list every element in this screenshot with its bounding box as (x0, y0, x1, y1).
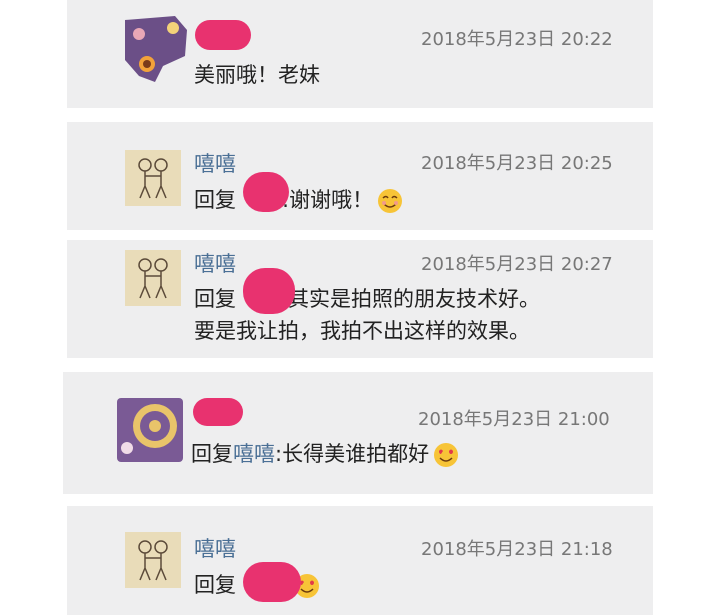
comment-card: 嘻嘻 2018年5月23日 20:25 回复 :谢谢哦！ (67, 122, 653, 230)
comment-text: 回复嘻嘻:长得美谁拍都好 (191, 438, 459, 470)
comment-time: 2018年5月23日 21:18 (421, 539, 613, 560)
avatar[interactable] (125, 250, 181, 306)
reply-target-name[interactable]: 嘻嘻 (233, 442, 275, 466)
smile-blush-icon (378, 189, 403, 213)
comment-time: 2018年5月23日 21:00 (418, 409, 610, 430)
reply-body: :长得美谁拍都好 (275, 442, 430, 466)
reply-body-line1: 其实是拍照的朋友技术好。 (288, 287, 540, 311)
comment-card: 2018年5月23日 20:22 美丽哦！老妹 (67, 0, 653, 108)
commenter-name[interactable]: 嘻嘻 (194, 533, 236, 563)
commenter-name[interactable]: 嘻嘻 (194, 148, 236, 178)
heart-eyes-icon (434, 443, 459, 467)
avatar[interactable] (125, 16, 187, 82)
reply-body-line2: 要是我让拍，我拍不出这样的效果。 (194, 319, 530, 343)
comment-text: 回复 :谢谢哦！ (194, 184, 403, 216)
comment-time: 2018年5月23日 20:27 (421, 254, 613, 275)
redacted-username (243, 268, 295, 314)
comment-time: 2018年5月23日 20:25 (421, 153, 613, 174)
commenter-name[interactable]: 嘻嘻 (194, 248, 236, 278)
reply-prefix: 回复 (191, 442, 233, 466)
comment-card: 嘻嘻 2018年5月23日 20:27 回复 其实是拍照的朋友技术好。 要是我让拍… (67, 240, 653, 358)
comment-text: 美丽哦！老妹 (194, 63, 320, 87)
redacted-username (193, 398, 243, 426)
avatar[interactable] (117, 398, 183, 462)
redacted-username (195, 20, 251, 50)
reply-prefix: 回复 (194, 287, 236, 311)
redacted-username (243, 562, 301, 602)
reply-prefix: 回复 (194, 573, 236, 597)
redacted-username (243, 172, 289, 212)
comment-card: 嘻嘻 2018年5月23日 21:18 回复 (67, 506, 653, 615)
avatar[interactable] (125, 532, 181, 588)
comment-time: 2018年5月23日 20:22 (421, 29, 613, 50)
avatar[interactable] (125, 150, 181, 206)
reply-body: :谢谢哦！ (282, 188, 374, 212)
reply-prefix: 回复 (194, 188, 236, 212)
comment-card: 2018年5月23日 21:00 回复嘻嘻:长得美谁拍都好 (63, 372, 653, 494)
